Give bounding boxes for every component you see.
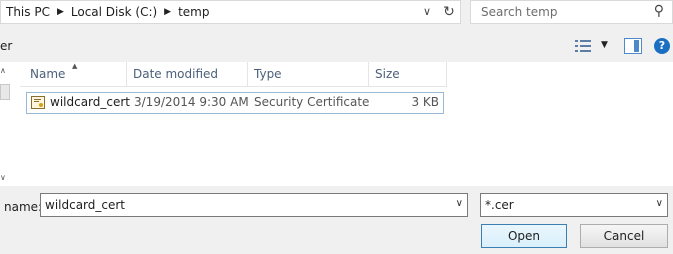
column-type[interactable]: Type: [248, 62, 369, 86]
search-icon[interactable]: ⚲: [654, 3, 664, 19]
chevron-down-icon[interactable]: ∨: [456, 198, 463, 209]
filename-field[interactable]: wildcard_cert ∨: [40, 193, 468, 217]
filename-label: name:: [4, 200, 43, 214]
filename-value: wildcard_cert: [45, 198, 126, 212]
search-input[interactable]: Search temp: [481, 5, 557, 19]
filetype-value: *.cer: [485, 198, 514, 212]
chevron-down-icon[interactable]: ∨: [420, 5, 434, 21]
breadcrumb-temp[interactable]: temp: [173, 5, 214, 19]
table-row[interactable]: wildcard_cert 3/19/2014 9:30 AM Security…: [26, 92, 444, 114]
chevron-down-icon[interactable]: ▼: [601, 40, 608, 50]
open-button[interactable]: Open: [481, 224, 567, 248]
breadcrumb-local-disk[interactable]: Local Disk (C:): [66, 5, 162, 19]
address-bar[interactable]: This PC ▶ Local Disk (C:) ▶ temp ∨ ↻: [0, 0, 461, 24]
column-size[interactable]: Size: [369, 62, 447, 86]
column-header-row: Name Date modified Type Size: [20, 62, 447, 87]
help-icon[interactable]: ?: [654, 38, 670, 54]
cancel-button[interactable]: Cancel: [580, 224, 668, 248]
preview-pane-icon[interactable]: [624, 38, 642, 54]
file-date-modified: 3/19/2014 9:30 AM: [134, 95, 249, 109]
toolbar-label[interactable]: er: [0, 39, 12, 53]
chevron-down-icon[interactable]: ∨: [656, 198, 663, 209]
column-date-modified[interactable]: Date modified: [127, 62, 248, 86]
certificate-icon: [31, 96, 45, 109]
file-name: wildcard_cert: [50, 95, 131, 109]
refresh-icon[interactable]: ↻: [440, 4, 458, 22]
breadcrumb: This PC ▶ Local Disk (C:) ▶ temp: [1, 5, 215, 19]
file-type: Security Certificate: [254, 95, 370, 109]
search-box[interactable]: Search temp ⚲: [470, 0, 673, 24]
view-details-icon[interactable]: [574, 38, 592, 54]
chevron-right-icon[interactable]: ▶: [162, 7, 173, 17]
sort-ascending-icon: ▲: [72, 62, 78, 70]
chevron-right-icon[interactable]: ▶: [55, 7, 66, 17]
filetype-select[interactable]: *.cer ∨: [480, 193, 668, 217]
file-size: 3 KB: [411, 95, 439, 109]
breadcrumb-this-pc[interactable]: This PC: [1, 5, 55, 19]
